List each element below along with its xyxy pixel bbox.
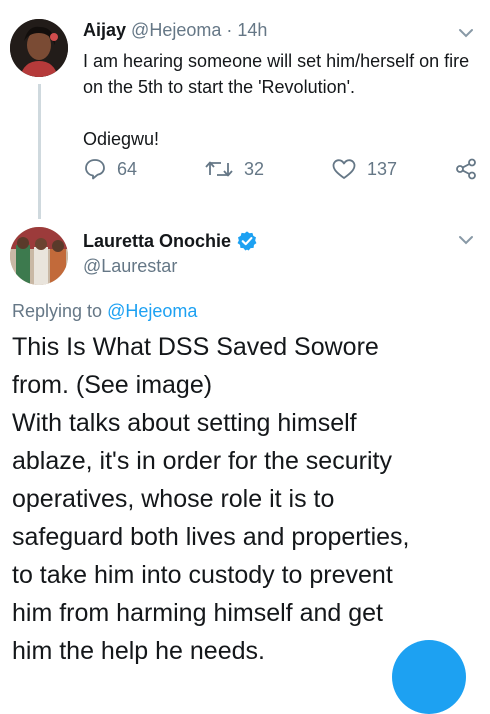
tweet1-header: Aijay @Hejeoma · 14h: [83, 20, 267, 41]
avatar-aijay[interactable]: [10, 19, 68, 77]
tweet1-display-name[interactable]: Aijay: [83, 20, 126, 40]
tweet2-body-line: ablaze, it's in order for the security: [12, 447, 392, 475]
tweet1-text: I am hearing someone will set him/hersel…: [83, 48, 478, 152]
replying-to-prefix: Replying to: [12, 301, 103, 321]
tweet2-name-row: Lauretta Onochie: [83, 230, 258, 252]
tweet2-body-line: operatives, whose role it is to: [12, 485, 335, 513]
share-icon: [456, 158, 476, 180]
tweet2-body-line: from. (See image): [12, 371, 213, 399]
tweet2-handle[interactable]: @Laurestar: [83, 256, 177, 277]
tweet1-action-bar: 64 32 137: [83, 157, 483, 185]
tweet1-separator: ·: [226, 20, 233, 40]
tweet1-text-line2: Odiegwu!: [83, 129, 160, 149]
retweet-count: 32: [244, 158, 265, 179]
tweet1-handle[interactable]: @Hejeoma: [131, 20, 221, 40]
like-count: 137: [367, 158, 398, 179]
share-action[interactable]: [454, 157, 478, 181]
tweet2-body: This Is What DSS Saved Sowore from. (See…: [12, 328, 482, 670]
tweet2-body-line: him from harming himself and get: [12, 599, 383, 627]
verified-badge-icon: [237, 231, 257, 251]
tweet2-body-line: This Is What DSS Saved Sowore: [12, 333, 379, 361]
replying-to-line: Replying to @Hejeoma: [12, 301, 197, 322]
tweet2-body-line: to take him into custody to prevent: [12, 561, 393, 589]
like-icon: [332, 159, 356, 179]
retweet-action[interactable]: 32: [204, 157, 264, 181]
tweet1-time[interactable]: 14h: [237, 20, 267, 40]
compose-fab-button[interactable]: [392, 640, 466, 714]
retweet-icon: [205, 161, 233, 177]
reply-icon: [85, 159, 105, 180]
reply-action[interactable]: 64: [83, 157, 137, 181]
tweet2-body-line: With talks about setting himself: [12, 409, 357, 437]
reply-count: 64: [117, 158, 138, 179]
like-action[interactable]: 137: [331, 157, 397, 181]
replying-to-handle-link[interactable]: @Hejeoma: [107, 301, 197, 321]
tweet2-display-name[interactable]: Lauretta Onochie: [83, 231, 231, 252]
tweet2-body-line: safeguard both lives and properties,: [12, 523, 410, 551]
avatar-lauretta-onochie[interactable]: [10, 227, 68, 285]
thread-connector-line: [38, 84, 41, 219]
chevron-down-icon[interactable]: [458, 27, 474, 39]
chevron-down-icon[interactable]: [458, 234, 474, 246]
tweet1-text-line1: I am hearing someone will set him/hersel…: [83, 51, 470, 97]
